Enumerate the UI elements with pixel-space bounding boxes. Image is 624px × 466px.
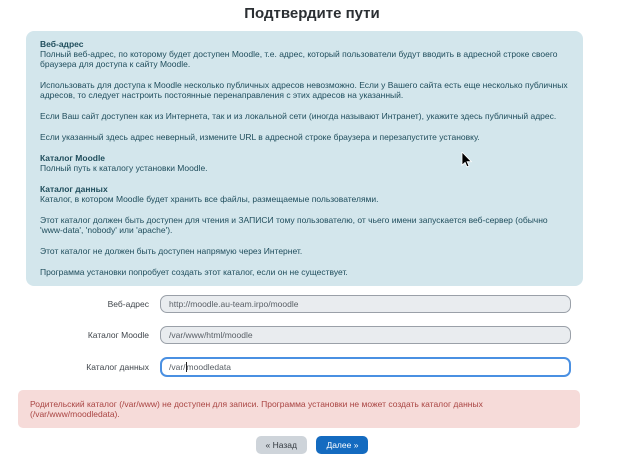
- form-row-moodle-dir: Каталог Moodle: [0, 326, 624, 344]
- info-paragraph: Если Ваш сайт доступен как из Интернета,…: [40, 111, 569, 121]
- data-dir-value-after-caret: moodledata: [187, 362, 231, 372]
- info-section-web-address: Веб-адрес Полный веб-адрес, по которому …: [40, 39, 569, 142]
- info-paragraph: Полный веб-адрес, по которому будет дост…: [40, 49, 569, 69]
- info-paragraph: Программа установки попробует создать эт…: [40, 267, 569, 277]
- info-paragraph: Если указанный здесь адрес неверный, изм…: [40, 132, 569, 142]
- info-paragraph: Этот каталог не должен быть доступен нап…: [40, 246, 569, 256]
- info-heading-moodle-dir: Каталог Moodle: [40, 153, 569, 163]
- web-address-input: [160, 295, 571, 313]
- page-title: Подтвердите пути: [0, 0, 624, 22]
- info-heading-data-dir: Каталог данных: [40, 184, 569, 194]
- info-paragraph: Использовать для доступа к Moodle нескол…: [40, 80, 569, 100]
- next-button[interactable]: Далее »: [316, 436, 368, 454]
- error-message-text: Родительский каталог (/var/www) не досту…: [30, 399, 483, 419]
- info-paragraph: Этот каталог должен быть доступен для чт…: [40, 215, 569, 235]
- field-label-moodle-dir: Каталог Moodle: [0, 330, 160, 340]
- data-dir-value-before-caret: /var/: [169, 362, 186, 372]
- field-label-data-dir: Каталог данных: [0, 362, 160, 372]
- button-row: « Назад Далее »: [0, 435, 624, 454]
- info-heading-web-address: Веб-адрес: [40, 39, 569, 49]
- paths-form: Веб-адрес Каталог Moodle Каталог данных …: [0, 295, 624, 377]
- field-label-web-address: Веб-адрес: [0, 299, 160, 309]
- back-button[interactable]: « Назад: [256, 436, 307, 454]
- data-dir-input[interactable]: /var/moodledata: [160, 357, 571, 377]
- error-message-box: Родительский каталог (/var/www) не досту…: [18, 390, 580, 428]
- info-section-data-dir: Каталог данных Каталог, в котором Moodle…: [40, 184, 569, 277]
- info-paragraph: Полный путь к каталогу установки Moodle.: [40, 163, 569, 173]
- moodle-dir-input: [160, 326, 571, 344]
- form-row-web-address: Веб-адрес: [0, 295, 624, 313]
- info-paragraph: Каталог, в котором Moodle будет хранить …: [40, 194, 569, 204]
- form-row-data-dir: Каталог данных /var/moodledata: [0, 357, 624, 377]
- info-box: Веб-адрес Полный веб-адрес, по которому …: [26, 31, 583, 286]
- info-section-moodle-dir: Каталог Moodle Полный путь к каталогу ус…: [40, 153, 569, 173]
